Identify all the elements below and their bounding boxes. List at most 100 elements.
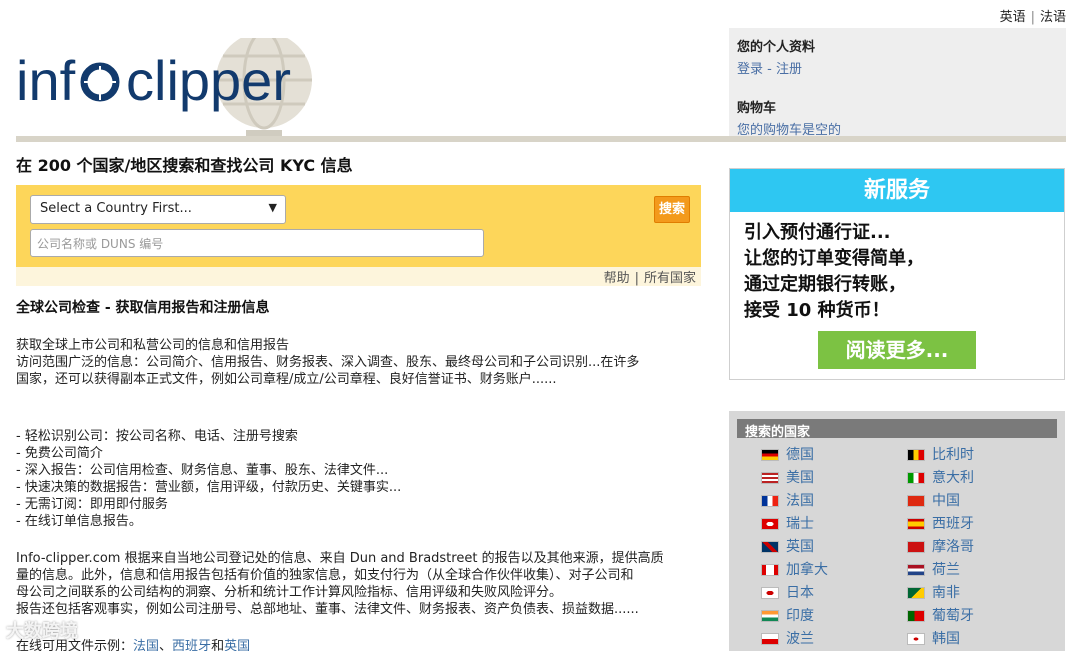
country-name: 葡萄牙 <box>932 608 974 624</box>
samples-separator: 、 <box>159 639 173 651</box>
promo-line: 通过定期银行转账， <box>744 274 906 295</box>
flag-icon <box>761 610 779 622</box>
country-name: 比利时 <box>932 447 974 463</box>
feature-item: - 在线订单信息报告。 <box>16 514 142 529</box>
flag-icon <box>907 495 925 507</box>
country-select-value: Select a Country First... <box>40 201 192 216</box>
country-name: 瑞士 <box>786 516 814 532</box>
promo-line: 引入预付通行证... <box>744 222 891 243</box>
feature-item: - 深入报告：公司信用检查、财务信息、董事、股东、法律文件... <box>16 463 389 478</box>
country-link[interactable]: 美国 <box>761 468 814 488</box>
logo-wordmark: inf clipper <box>16 49 291 112</box>
account-panel: 您的个人资料 登录 - 注册 购物车 您的购物车是空的 <box>729 28 1066 142</box>
cart-label: 购物车 <box>737 101 777 116</box>
sample-spain-link[interactable]: 西班牙 <box>172 639 211 651</box>
searched-countries-panel: 搜索的国家 德国 美国 法国 瑞士 英国 加拿大 日本 印度 波兰 比利时 意大利 中国 西班牙 摩洛哥荷… <box>729 411 1065 651</box>
new-service-promo[interactable]: 新服务 引入预付通行证... 让您的订单变得简单， 通过定期银行转账， 接受 1… <box>729 168 1065 380</box>
country-name: 南非 <box>932 585 960 601</box>
country-name: 摩洛哥 <box>932 539 974 555</box>
promo-header: 新服务 <box>730 169 1064 212</box>
flag-icon <box>907 587 925 599</box>
infoclipper-logo[interactable]: inf clipper <box>16 38 326 138</box>
promo-line: 让您的订单变得简单， <box>744 248 924 269</box>
profile-label: 您的个人资料 <box>737 40 816 55</box>
flag-icon <box>907 610 925 622</box>
source-line: 母公司之间联系的公司结构的洞察、分析和统计工作计算风险指标、信用评级和失败风险评… <box>16 585 563 600</box>
country-link[interactable]: 比利时 <box>907 445 974 465</box>
country-name: 加拿大 <box>786 562 828 578</box>
page-title: 在 200 个国家/地区搜索和查找公司 KYC 信息 <box>16 156 353 175</box>
country-link[interactable]: 摩洛哥 <box>907 537 974 557</box>
lang-english-link[interactable]: 英语 <box>1000 10 1026 25</box>
country-link[interactable]: 葡萄牙 <box>907 606 974 626</box>
lang-separator: | <box>1030 10 1035 25</box>
flag-icon <box>907 449 925 461</box>
register-link[interactable]: 注册 <box>776 62 802 77</box>
country-link[interactable]: 西班牙 <box>907 514 974 534</box>
country-link[interactable]: 德国 <box>761 445 814 465</box>
read-more-button[interactable]: 阅读更多... <box>818 331 976 369</box>
flag-icon <box>761 472 779 484</box>
help-link[interactable]: 帮助 <box>604 271 630 286</box>
promo-line: 接受 10 种货币！ <box>744 300 890 321</box>
samples-and: 和 <box>211 639 225 651</box>
sample-france-link[interactable]: 法国 <box>133 639 159 651</box>
site-header: inf clipper <box>16 0 729 142</box>
country-name: 法国 <box>786 493 814 509</box>
lang-french-link[interactable]: 法语 <box>1040 10 1066 25</box>
country-link[interactable]: 韩国 <box>907 629 960 649</box>
country-link[interactable]: 加拿大 <box>761 560 828 580</box>
country-link[interactable]: 法国 <box>761 491 814 511</box>
country-name: 西班牙 <box>932 516 974 532</box>
cart-status-link[interactable]: 您的购物车是空的 <box>737 119 1058 138</box>
search-panel: Select a Country First... ▼ 公司名称或 DUNS 编… <box>16 185 701 267</box>
country-link[interactable]: 日本 <box>761 583 814 603</box>
country-name: 意大利 <box>932 470 974 486</box>
country-select[interactable]: Select a Country First... ▼ <box>30 195 286 224</box>
country-link[interactable]: 瑞士 <box>761 514 814 534</box>
promo-text: 引入预付通行证... 让您的订单变得简单， 通过定期银行转账， 接受 10 种货… <box>730 212 1064 332</box>
search-button[interactable]: 搜索 <box>654 196 690 223</box>
feature-item: - 快速决策的数据报告：营业额，信用评级，付款历史、关键事实... <box>16 480 402 495</box>
country-link[interactable]: 波兰 <box>761 629 814 649</box>
country-link[interactable]: 荷兰 <box>907 560 960 580</box>
login-link[interactable]: 登录 <box>737 62 763 77</box>
country-name: 美国 <box>786 470 814 486</box>
source-line: 报告还包括客观事实，例如公司注册号、总部地址、董事、法律文件、财务报表、资产负债… <box>16 602 639 617</box>
flag-icon <box>761 633 779 645</box>
company-search-input[interactable]: 公司名称或 DUNS 编号 <box>30 229 484 257</box>
source-line: Info-clipper.com 根据来自当地公司登记处的信息、来自 Dun a… <box>16 551 664 566</box>
country-link[interactable]: 英国 <box>761 537 814 557</box>
flag-icon <box>761 564 779 576</box>
country-name: 波兰 <box>786 631 814 647</box>
flag-icon <box>761 518 779 530</box>
country-link[interactable]: 中国 <box>907 491 960 511</box>
source-paragraph: Info-clipper.com 根据来自当地公司登记处的信息、来自 Dun a… <box>16 550 706 618</box>
search-help-bar: 帮助 | 所有国家 <box>16 267 701 286</box>
country-name: 荷兰 <box>932 562 960 578</box>
feature-list: - 轻松识别公司：按公司名称、电话、注册号搜索 - 免费公司简介 - 深入报告：… <box>16 428 706 530</box>
intro-line: 访问范围广泛的信息：公司简介、信用报告、财务报表、深入调查、股东、最终母公司和子… <box>16 355 640 370</box>
feature-item: - 轻松识别公司：按公司名称、电话、注册号搜索 <box>16 429 298 444</box>
feature-item: - 无需订阅：即用即付服务 <box>16 497 168 512</box>
sample-uk-link[interactable]: 英国 <box>224 639 250 651</box>
country-name: 英国 <box>786 539 814 555</box>
feature-item: - 免费公司简介 <box>16 446 103 461</box>
country-link[interactable]: 南非 <box>907 583 960 603</box>
country-name: 韩国 <box>932 631 960 647</box>
flag-icon <box>761 541 779 553</box>
country-name: 日本 <box>786 585 814 601</box>
country-link[interactable]: 意大利 <box>907 468 974 488</box>
svg-text:inf: inf <box>16 49 76 112</box>
flag-icon <box>761 449 779 461</box>
sample-docs: 在线可用文件示例：法国、西班牙和英国 <box>16 638 706 651</box>
intro-line: 国家，还可以获得副本正式文件，例如公司章程/成立/公司章程、良好信誉证书、财务账… <box>16 372 557 387</box>
all-countries-link[interactable]: 所有国家 <box>644 271 696 286</box>
country-name: 中国 <box>932 493 960 509</box>
flag-icon <box>907 564 925 576</box>
flag-icon <box>907 541 925 553</box>
country-name: 德国 <box>786 447 814 463</box>
flag-icon <box>761 495 779 507</box>
country-link[interactable]: 印度 <box>761 606 814 626</box>
content-heading: 全球公司检查 - 获取信用报告和注册信息 <box>16 300 270 316</box>
